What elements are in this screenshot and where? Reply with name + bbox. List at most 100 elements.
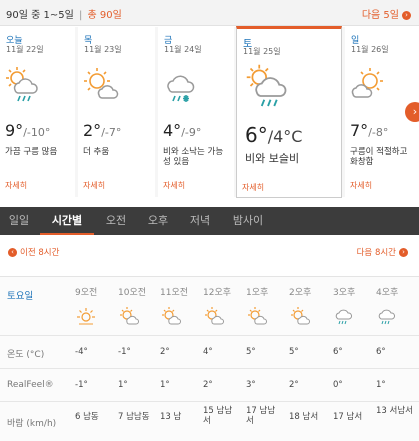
sun-cloud-icon [351,68,383,98]
tab-overnight[interactable]: 밤사이 [224,207,272,235]
temp-low: /-9° [181,126,202,139]
day-details-link[interactable]: 자세히 [163,180,185,191]
arrow-right-icon: › [399,248,408,257]
day-card-2[interactable]: 금 11월 24일 4°/-9° 비와 소낙는 가능 성 있음 자세히 [158,27,234,197]
hour-label: 12오후 [203,288,232,298]
hour-label: 4오후 [376,288,399,298]
cloud-sun-rain-icon [6,67,38,102]
table-row-temperature: 온도 (°C) -4° -1° 2° 4° 5° 5° 6° 6° [0,336,419,369]
desc-line: 더 추움 [83,147,110,157]
prev-8-hours-link[interactable]: ‹ 이전 8시간 [8,246,59,258]
temp-high: 9° [5,121,24,140]
desc-line: 가끔 구름 많음 [5,147,58,157]
day-date: 11월 25일 [243,47,281,56]
day-label: 토요일 [7,291,34,302]
table-cell: 13 남 [160,412,182,422]
day-temp: 2°/-7° [83,121,121,140]
temp-high: 7° [350,121,369,140]
tab-daily[interactable]: 일일 [2,207,36,235]
table-cell: 7 남남동 [118,412,150,422]
table-cell: 3° [246,380,256,390]
forecast-tabs: 일일 시간별 오전 오후 저녁 밤사이 [0,207,419,235]
table-cell: 5° [289,347,299,357]
day-desc: 가끔 구름 많음 [5,147,57,157]
arrow-left-icon: ‹ [8,248,17,257]
table-cell: 1° [118,380,128,390]
weather-widget: 90일 중 1~5일 | 총 90일 다음 5일 › 오늘 11월 22일 9°/… [0,0,419,441]
day-date: 11월 23일 [84,45,122,54]
day-desc: 비와 소낙는 가능 성 있음 [163,147,223,167]
temp-low: /-7° [101,126,122,139]
tab-morning[interactable]: 오전 [98,207,134,235]
sun-cloud-icon [162,307,181,325]
day-temp: 4°/-9° [163,121,201,140]
day-date: 11월 22일 [6,45,44,54]
range-text: 90일 중 1~5일 | 총 90일 [6,6,122,21]
hour-label: 10오전 [118,288,147,298]
sun-icon [77,308,95,325]
prev-8-hours-label: 이전 8시간 [20,248,60,258]
table-cell: 15 남남서 [203,406,233,426]
hour-label: 9오전 [75,288,98,298]
table-row-realfeel: RealFeel® -1° 1° 1° 2° 3° 2° 0° 1° [0,369,419,402]
row-label: 온도 (°C) [7,350,45,360]
temp-low: /-8° [368,126,389,139]
table-cell: -1° [118,347,131,357]
table-cell: 6° [376,347,386,357]
hourly-table: 토요일 9오전 10오전 11오전 12오후 1오후 2오후 3오후 4오후 온… [0,276,419,441]
all-days-link[interactable]: 총 90일 [88,10,122,21]
table-cell: 6° [333,347,343,357]
table-cell: 17 남서 [333,412,363,422]
cloud-sun-rain-icon [246,64,287,107]
forecast-range-bar: 90일 중 1~5일 | 총 90일 다음 5일 › [0,0,419,26]
table-cell: 17 남남서 [246,406,276,426]
sun-cloud-icon [205,307,224,325]
hour-label: 11오전 [160,288,189,298]
row-label: 바람 (km/h) [7,419,57,429]
day-details-link[interactable]: 자세히 [242,182,264,193]
day-details-link[interactable]: 자세히 [83,180,105,191]
day-card-1[interactable]: 목 11월 23일 2°/-7° 더 추움 자세히 [78,27,155,197]
arrow-right-icon: › [412,105,418,118]
table-cell: -4° [75,347,88,357]
table-cell: 1° [376,380,386,390]
desc-line: 비와 보슬비 [245,152,300,165]
desc-line: 비와 소낙는 가능 [163,147,224,157]
day-date: 11월 26일 [351,45,389,54]
day-desc: 비와 보슬비 [245,152,300,165]
day-details-link[interactable]: 자세히 [5,180,27,191]
day-details-link[interactable]: 자세히 [350,180,372,191]
cloud-rain-icon [335,309,353,325]
day-desc: 더 추움 [83,147,109,157]
day-card-3-selected[interactable]: 토 11월 25일 6°/4°C 비와 보슬비 자세히 [236,26,342,198]
sun-cloud-icon [291,307,310,325]
cloud-sleet-icon [167,75,195,102]
tab-evening[interactable]: 저녁 [182,207,218,235]
temp-high: 2° [83,121,102,140]
next-day-arrow-button[interactable]: › [405,102,419,122]
temp-low: /-10° [23,126,51,139]
day-card-0[interactable]: 오늘 11월 22일 9°/-10° 가끔 구름 많음 자세히 [0,27,75,197]
range-label: 90일 중 1~5일 [6,10,74,21]
next-5-days-label: 다음 5일 [361,10,399,21]
table-cell: 4° [203,347,213,357]
table-cell: 13 서남서 [376,406,413,416]
table-cell: 1° [160,380,170,390]
table-cell: 5° [246,347,256,357]
tab-hourly[interactable]: 시간별 [40,207,94,235]
daily-forecast-cards: 오늘 11월 22일 9°/-10° 가끔 구름 많음 자세히 목 11월 23… [0,26,419,198]
hour-label: 1오후 [246,288,269,298]
sun-cloud-icon [120,307,139,325]
table-row-wind: 바람 (km/h) 6 남동 7 남남동 13 남 15 남남서 17 남남서 … [0,402,419,441]
table-cell: -1° [75,380,88,390]
hour-label: 3오후 [333,288,356,298]
next-5-days-link[interactable]: 다음 5일 › [362,6,411,21]
tab-afternoon[interactable]: 오후 [140,207,176,235]
desc-line: 성 있음 [163,157,190,167]
sun-cloud-icon [84,68,119,99]
table-cell: 2° [160,347,170,357]
next-8-hours-link[interactable]: 다음 8시간 › [357,246,411,258]
table-row-hours: 토요일 9오전 10오전 11오전 12오후 1오후 2오후 3오후 4오후 [0,277,419,336]
temp-high: 6° [245,123,268,147]
table-cell: 2° [289,380,299,390]
